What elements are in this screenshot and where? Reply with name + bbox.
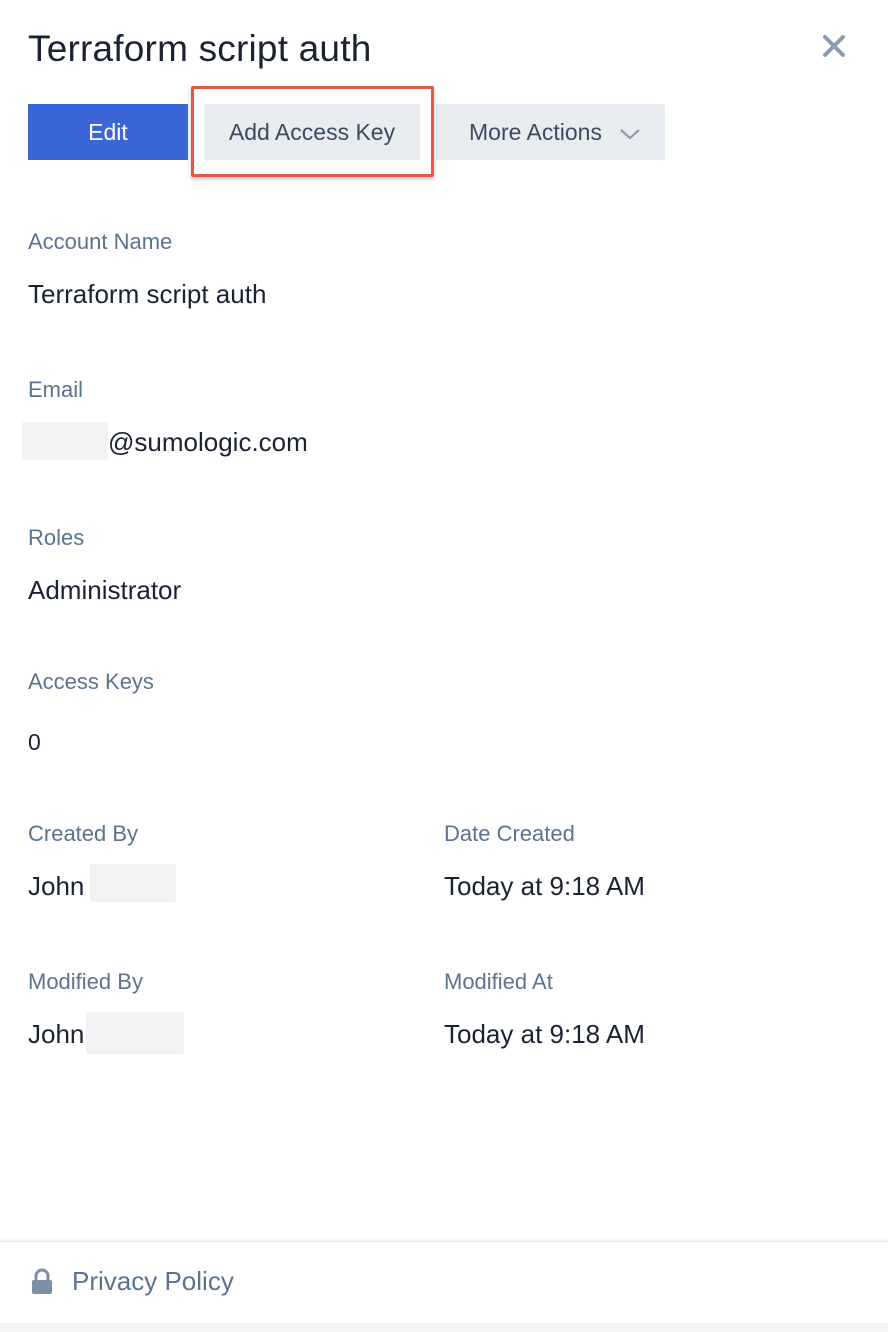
roles-value: Administrator xyxy=(28,575,182,605)
modified-by-label: Modified By xyxy=(28,969,143,994)
email-value: @sumologic.com xyxy=(108,427,308,457)
modified-at-label: Modified At xyxy=(444,969,553,994)
account-name-value: Terraform script auth xyxy=(28,279,267,309)
access-keys-value: 0 xyxy=(28,729,41,755)
redacted-modified-by-surname xyxy=(86,1012,184,1054)
created-by-value: John xyxy=(28,871,85,901)
redacted-email-user xyxy=(22,422,108,460)
bottom-strip xyxy=(0,1323,888,1332)
email-label: Email xyxy=(28,377,84,402)
chevron-down-icon xyxy=(619,122,641,140)
account-name-label: Account Name xyxy=(28,229,173,254)
page-title: Terraform script auth xyxy=(28,28,372,69)
add-access-key-button[interactable]: Add Access Key xyxy=(204,104,420,160)
redacted-created-by-surname xyxy=(90,864,176,902)
edit-button[interactable]: Edit xyxy=(28,104,188,160)
more-actions-dropdown[interactable]: More Actions xyxy=(436,104,665,160)
roles-label: Roles xyxy=(28,525,85,550)
privacy-policy-link[interactable]: Privacy Policy xyxy=(72,1266,234,1297)
date-created-label: Date Created xyxy=(444,821,575,846)
access-keys-label: Access Keys xyxy=(28,669,154,694)
created-by-label: Created By xyxy=(28,821,139,846)
modified-at-value: Today at 9:18 AM xyxy=(444,1019,645,1049)
lock-icon xyxy=(30,1268,54,1296)
more-actions-label: More Actions xyxy=(469,118,602,145)
modified-by-value: John xyxy=(28,1019,85,1049)
account-details-panel: Terraform script auth Edit Add Access Ke… xyxy=(0,0,888,1332)
date-created-value: Today at 9:18 AM xyxy=(444,871,645,901)
close-icon[interactable] xyxy=(818,30,850,62)
